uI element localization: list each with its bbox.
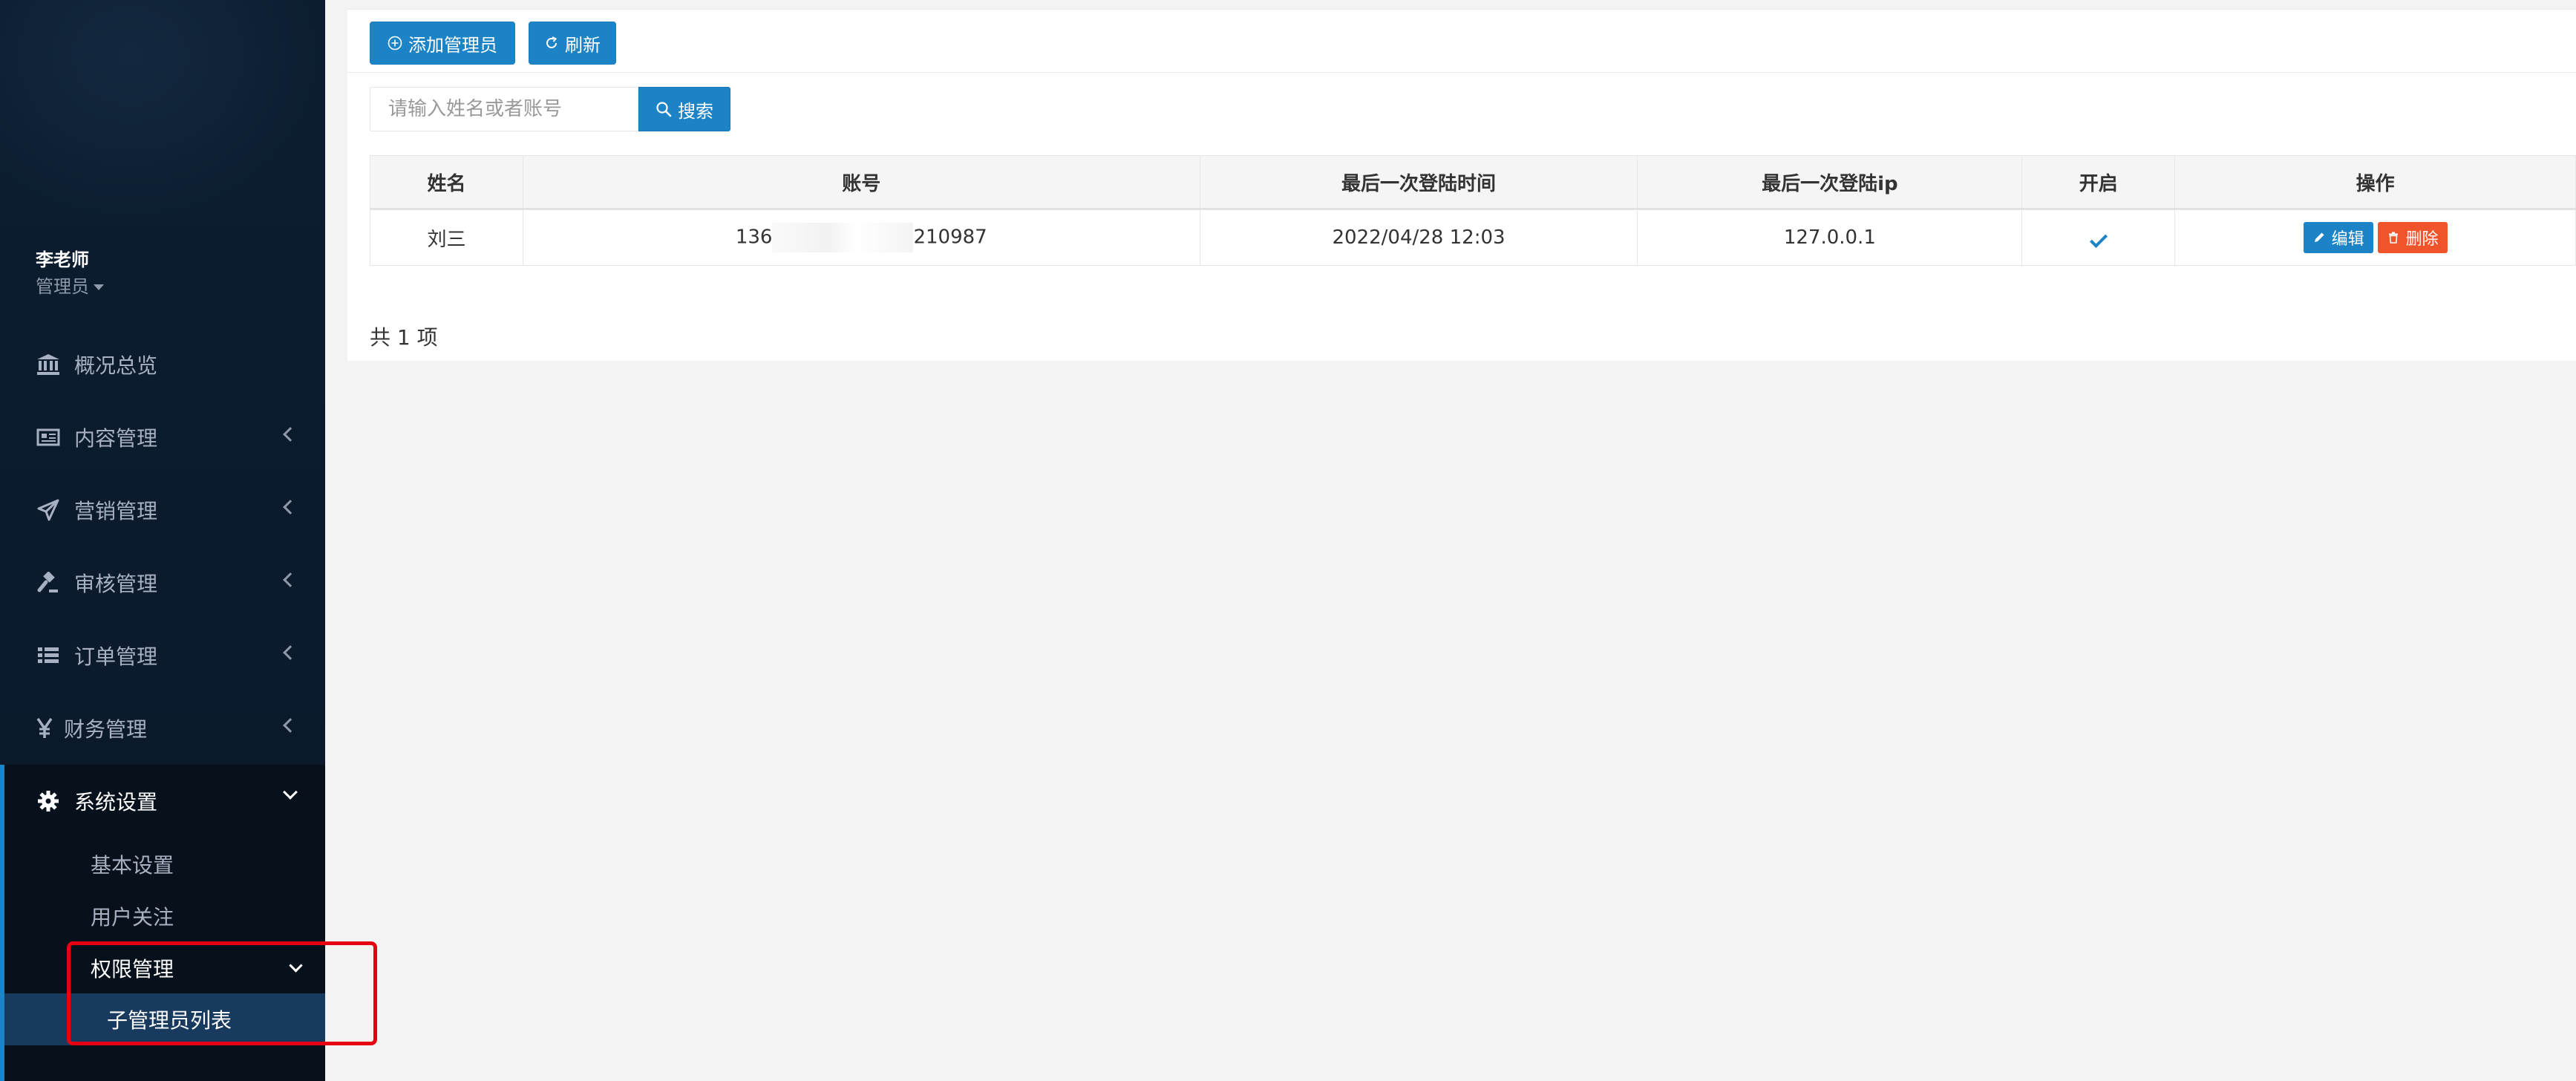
column-header-enabled[interactable]: 开启	[2021, 155, 2176, 210]
sidebar-item-label: 审核管理	[74, 572, 158, 596]
refresh-icon	[546, 36, 558, 48]
yen-icon	[36, 716, 53, 741]
refresh-label: 刷新	[565, 34, 601, 56]
sidebar-subitem-basic-settings[interactable]: 基本设置	[91, 849, 174, 879]
sidebar-item-content[interactable]: 内容管理	[0, 401, 325, 474]
chevron-left-icon	[283, 572, 298, 587]
column-header-last-login-ip[interactable]: 最后一次登陆ip	[1637, 155, 2023, 210]
account-prefix: 136	[735, 226, 773, 249]
sidebar-item-review[interactable]: 审核管理	[0, 546, 325, 619]
chevron-left-icon	[283, 645, 298, 660]
column-header-account[interactable]: 账号	[522, 155, 1200, 210]
sidebar-item-label: 订单管理	[74, 644, 158, 669]
sidebar-item-label: 系统设置	[74, 790, 158, 814]
sidebar-leaf-label: 子管理员列表	[107, 1008, 232, 1033]
sidebar-item-orders[interactable]: 订单管理	[0, 619, 325, 692]
sidebar-subitem-permissions[interactable]: 权限管理	[91, 953, 174, 983]
sidebar-item-marketing[interactable]: 营销管理	[0, 474, 325, 546]
profile-name: 李老师	[36, 249, 89, 270]
cell-last-login-time: 2022/04/28 12:03	[1199, 209, 1638, 266]
trash-icon	[2388, 232, 2398, 244]
list-icon	[36, 643, 61, 668]
pencil-icon	[2314, 232, 2324, 242]
add-admin-button[interactable]: 添加管理员	[370, 22, 515, 65]
sidebar-subitem-user-follow[interactable]: 用户关注	[91, 901, 174, 931]
delete-label: 删除	[2405, 230, 2439, 249]
sidebar-item-label: 内容管理	[74, 426, 158, 451]
gavel-icon	[36, 570, 61, 595]
search-button[interactable]: 搜索	[638, 87, 730, 131]
paper-plane-icon	[36, 497, 61, 523]
sidebar: 李老师 管理员 概况总览 内容管理 营销管理 审核管理 订单管理 财务管理 系统…	[0, 0, 325, 1081]
cell-enabled	[2021, 209, 2176, 266]
sidebar-item-label: 概况总览	[74, 353, 158, 378]
chevron-down-icon	[283, 785, 298, 800]
search-button-label: 搜索	[678, 100, 713, 122]
sidebar-item-label: 营销管理	[74, 499, 158, 523]
redaction-mask	[772, 223, 914, 252]
admin-list-panel: 添加管理员 刷新 搜索 姓名 账号 最后一次登陆时间 最后一次登陆ip 开启 操…	[347, 9, 2576, 361]
profile-background	[0, 0, 325, 223]
chevron-left-icon	[283, 427, 298, 442]
chevron-left-icon	[283, 718, 298, 733]
table-row: 刘三 136 210987 2022/04/28 12:03 127.0.0.1 …	[370, 209, 2576, 266]
chevron-left-icon	[283, 500, 298, 515]
sidebar-item-finance[interactable]: 财务管理	[0, 692, 325, 765]
add-admin-label: 添加管理员	[408, 34, 497, 56]
column-header-name[interactable]: 姓名	[370, 155, 523, 210]
profile-role-label: 管理员	[36, 276, 89, 297]
gear-icon	[36, 788, 61, 814]
cell-name: 刘三	[370, 209, 523, 266]
account-suffix: 210987	[913, 226, 987, 249]
admin-table: 姓名 账号 最后一次登陆时间 最后一次登陆ip 开启 操作 刘三 136 2109…	[370, 155, 2576, 266]
delete-button[interactable]: 删除	[2377, 222, 2448, 253]
search-input[interactable]	[370, 87, 638, 131]
column-header-actions: 操作	[2174, 155, 2576, 210]
newspaper-icon	[36, 425, 61, 450]
sidebar-item-system-settings[interactable]: 系统设置	[0, 765, 325, 837]
sidebar-item-overview[interactable]: 概况总览	[0, 328, 325, 401]
toolbar-divider	[347, 72, 2576, 73]
column-header-last-login-time[interactable]: 最后一次登陆时间	[1199, 155, 1638, 210]
refresh-button[interactable]: 刷新	[529, 22, 616, 65]
caret-down-icon	[94, 284, 104, 290]
table-header-row: 姓名 账号 最后一次登陆时间 最后一次登陆ip 开启 操作	[370, 155, 2576, 210]
search-icon	[656, 102, 672, 117]
sidebar-leaf-sub-admin-list[interactable]: 子管理员列表	[4, 993, 325, 1045]
plus-circle-icon	[388, 36, 402, 50]
total-count: 共 1 项	[370, 325, 438, 350]
check-icon	[2089, 229, 2108, 249]
sidebar-item-label: 财务管理	[64, 717, 148, 742]
edit-button[interactable]: 编辑	[2303, 222, 2373, 253]
cell-account: 136 210987	[522, 209, 1200, 266]
edit-label: 编辑	[2331, 230, 2364, 249]
profile-role-dropdown[interactable]: 管理员	[36, 272, 104, 298]
cell-actions: 编辑 删除	[2174, 209, 2576, 266]
bank-icon	[36, 352, 61, 377]
cell-last-login-ip: 127.0.0.1	[1637, 209, 2023, 266]
